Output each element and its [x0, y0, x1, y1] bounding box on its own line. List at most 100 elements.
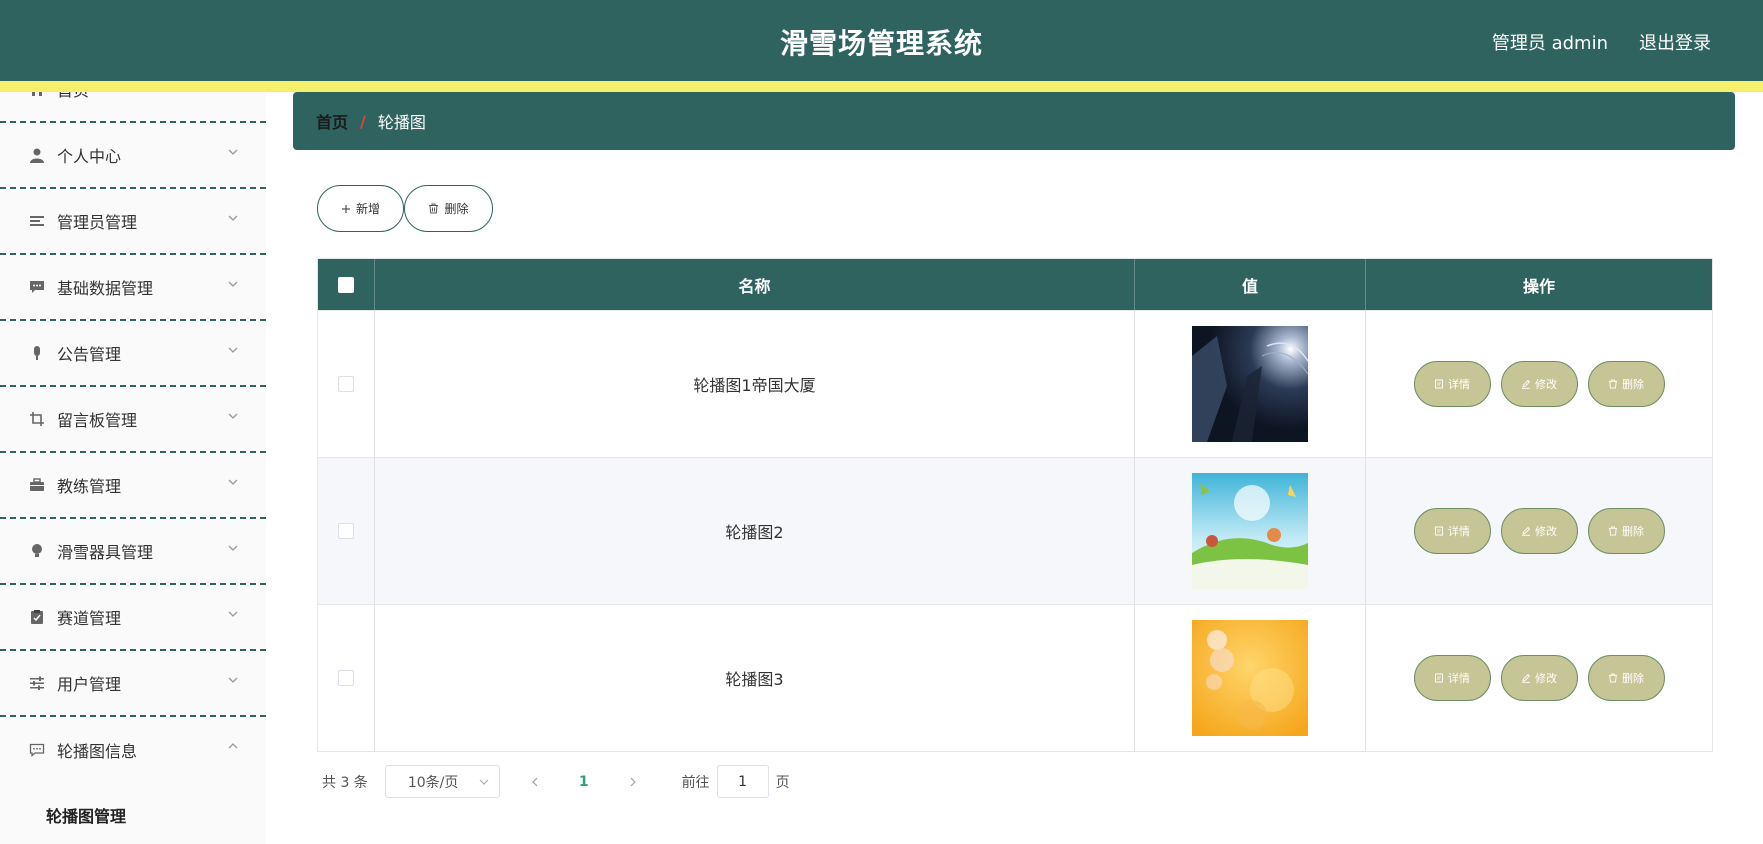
row-checkbox[interactable] — [338, 376, 354, 392]
sidebar-item-label: 首页 — [57, 92, 89, 101]
list-icon — [28, 212, 46, 230]
sidebar-item-label: 赛道管理 — [57, 609, 122, 628]
chevron-down-icon — [228, 281, 238, 287]
chevron-up-icon — [228, 743, 238, 749]
sidebar-item-basedata[interactable]: 基础数据管理 — [0, 255, 266, 321]
detail-label: 详情 — [1448, 525, 1470, 538]
sidebar-item-users[interactable]: 用户管理 — [0, 651, 266, 717]
row-delete-button[interactable]: 删除 — [1587, 655, 1665, 701]
detail-label: 详情 — [1448, 378, 1470, 391]
chevron-down-icon — [479, 779, 489, 785]
page-size-select[interactable]: 10条/页 — [384, 765, 500, 798]
document-icon — [1435, 379, 1443, 389]
table-row: 轮播图3 详情 修改 删除 — [318, 604, 1712, 751]
chevron-down-icon — [228, 611, 238, 617]
row-checkbox[interactable] — [338, 523, 354, 539]
sidebar-item-equipment[interactable]: 滑雪器具管理 — [0, 519, 266, 585]
add-button-label: 新增 — [355, 202, 380, 216]
row-checkbox[interactable] — [338, 670, 354, 686]
delete-button[interactable]: 删除 — [404, 185, 493, 232]
trash-icon — [429, 203, 439, 214]
delete-label: 删除 — [1622, 378, 1644, 391]
row-delete-button[interactable]: 删除 — [1587, 361, 1665, 407]
yellow-floral-image — [1192, 620, 1308, 736]
clipboard-check-icon — [28, 608, 46, 626]
document-icon — [1435, 526, 1443, 536]
prev-page-button[interactable] — [523, 776, 547, 788]
chevron-down-icon — [228, 347, 238, 353]
goto-label: 前往 — [681, 774, 710, 791]
edit-label: 修改 — [1535, 672, 1557, 685]
sidebar-item-admin[interactable]: 管理员管理 — [0, 189, 266, 255]
trash-icon — [1608, 673, 1618, 683]
chevron-down-icon — [228, 149, 238, 155]
user-icon — [28, 146, 46, 164]
goto-page-input[interactable]: 1 — [716, 765, 769, 798]
row-name: 轮播图3 — [725, 670, 784, 689]
detail-label: 详情 — [1448, 672, 1470, 685]
message-icon — [28, 278, 46, 296]
chevron-down-icon — [228, 215, 238, 221]
column-header-value: 值 — [1135, 259, 1366, 310]
cartoon-meadow-image — [1192, 473, 1308, 589]
chevron-right-icon — [630, 777, 636, 786]
detail-button[interactable]: 详情 — [1413, 508, 1491, 554]
sidebar-item-label: 滑雪器具管理 — [57, 543, 154, 562]
current-user: 管理员 admin — [1491, 33, 1608, 54]
edit-button[interactable]: 修改 — [1500, 361, 1578, 407]
row-name: 轮播图1帝国大厦 — [693, 376, 816, 395]
sidebar-item-notice[interactable]: 公告管理 — [0, 321, 266, 387]
sidebar-item-label: 个人中心 — [57, 147, 122, 166]
row-delete-button[interactable]: 删除 — [1587, 508, 1665, 554]
column-header-actions: 操作 — [1522, 276, 1555, 296]
sidebar: 首页 个人中心 管理员管理 基础数据管理 公告管理 留言板管理 — [0, 92, 266, 844]
detail-button[interactable]: 详情 — [1413, 361, 1491, 407]
next-page-button[interactable] — [621, 776, 645, 788]
header-checkbox-cell — [318, 259, 375, 310]
table-row: 轮播图2 详情 修改 删除 — [318, 457, 1712, 604]
logout-link[interactable]: 退出登录 — [1639, 29, 1711, 55]
row-name: 轮播图2 — [725, 523, 784, 542]
select-all-checkbox[interactable] — [338, 276, 354, 293]
pagination: 共 3 条 10条/页 1 前往 1 页 — [322, 765, 790, 798]
dark-space-image — [1192, 326, 1308, 442]
chevron-left-icon — [531, 777, 538, 786]
carousel-table: 名称 值 操作 轮播图1帝国大厦 详情 修改 删除 轮播图2 详情 修改 删除 … — [317, 258, 1713, 752]
sidebar-item-home[interactable]: 首页 — [0, 92, 266, 123]
sidebar-item-track[interactable]: 赛道管理 — [0, 585, 266, 651]
detail-button[interactable]: 详情 — [1413, 655, 1491, 701]
briefcase-icon — [28, 476, 46, 494]
pencil-icon — [1522, 379, 1531, 389]
breadcrumb-current: 轮播图 — [377, 113, 426, 132]
header-accent-stripe — [0, 81, 1763, 92]
table-header: 名称 值 操作 — [318, 259, 1712, 310]
microphone-icon — [28, 344, 46, 362]
breadcrumb-home[interactable]: 首页 — [316, 109, 348, 133]
page-size-value: 10条/页 — [407, 774, 459, 791]
page-number-current[interactable]: 1 — [579, 774, 589, 790]
delete-button-label: 删除 — [444, 202, 469, 216]
sidebar-item-label: 留言板管理 — [57, 411, 138, 430]
edit-label: 修改 — [1535, 525, 1557, 538]
edit-button[interactable]: 修改 — [1500, 655, 1578, 701]
sliders-icon — [28, 674, 46, 692]
sidebar-subitem-carousel-manage[interactable]: 轮播图管理 — [0, 783, 266, 844]
sidebar-item-carousel[interactable]: 轮播图信息 — [0, 717, 266, 783]
top-header: 滑雪场管理系统 管理员 admin 退出登录 — [0, 0, 1763, 81]
add-button[interactable]: 新增 — [317, 185, 404, 232]
edit-button[interactable]: 修改 — [1500, 508, 1578, 554]
sidebar-item-coach[interactable]: 教练管理 — [0, 453, 266, 519]
sidebar-item-label: 管理员管理 — [57, 213, 138, 232]
breadcrumb-separator: / — [360, 111, 366, 131]
crop-icon — [28, 410, 46, 428]
sidebar-item-guestbook[interactable]: 留言板管理 — [0, 387, 266, 453]
home-icon — [28, 92, 46, 98]
breadcrumb: 首页 / 轮播图 — [293, 92, 1735, 150]
delete-label: 删除 — [1622, 672, 1644, 685]
sidebar-item-profile[interactable]: 个人中心 — [0, 123, 266, 189]
chevron-down-icon — [228, 677, 238, 683]
trash-icon — [1608, 379, 1618, 389]
chevron-down-icon — [228, 413, 238, 419]
trash-icon — [1608, 526, 1618, 536]
sidebar-item-label: 基础数据管理 — [57, 279, 154, 298]
